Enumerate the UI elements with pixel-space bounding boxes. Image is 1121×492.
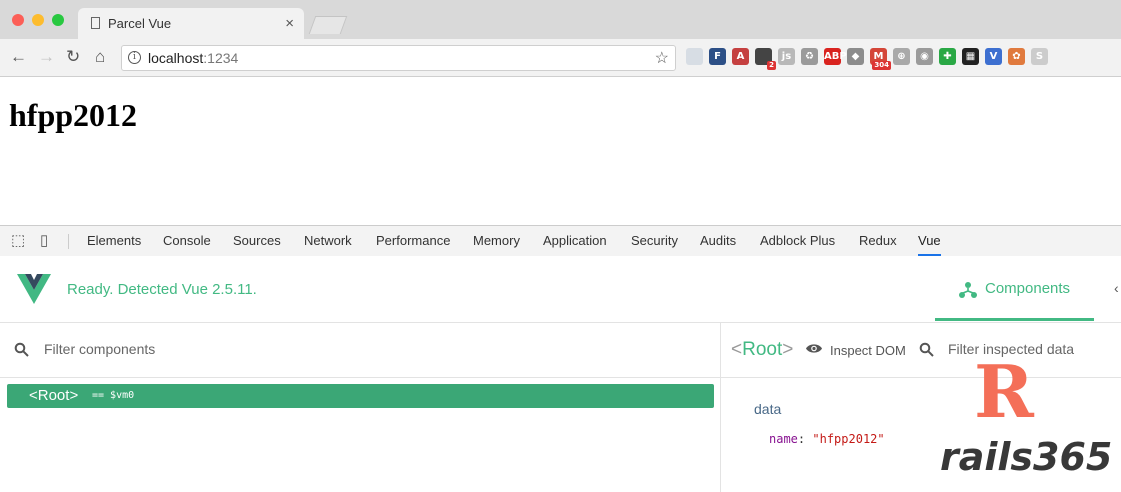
qr-code-icon[interactable]: ▦ xyxy=(962,48,979,65)
components-tree-icon xyxy=(959,282,977,298)
watermark-r-letter: R xyxy=(974,349,1034,434)
bookmark-star-icon[interactable]: ☆ xyxy=(655,48,669,68)
devtools-tab-performance[interactable]: Performance xyxy=(376,226,450,256)
extension-glyph: ABP xyxy=(824,51,847,62)
vue-status: Ready. Detected Vue 2.5.11. xyxy=(67,281,257,298)
film-icon[interactable]: ◉ xyxy=(916,48,933,65)
extension-badge: 304 xyxy=(872,61,891,70)
gmail-icon[interactable]: M 304 xyxy=(870,48,891,70)
extension-badge: 2 xyxy=(767,61,776,70)
window-controls xyxy=(12,14,64,26)
document-icon xyxy=(91,17,100,29)
inspected-component-name: <Root> xyxy=(731,339,793,361)
shield-icon[interactable]: ✚ xyxy=(939,48,956,65)
extension-glyph: ◉ xyxy=(920,51,929,62)
formatter-f-icon[interactable]: F xyxy=(709,48,726,65)
forward-arrow-icon[interactable]: → xyxy=(38,47,55,67)
devtools-tab-console[interactable]: Console xyxy=(163,226,211,256)
url-port: :1234 xyxy=(203,50,239,66)
extension-glyph: ✚ xyxy=(943,51,952,62)
extension-badge-icon[interactable]: 2 xyxy=(755,48,776,70)
extension-glyph: S xyxy=(1035,51,1044,62)
info-icon[interactable]: i xyxy=(128,51,141,64)
browser-toolbar: ← → ↻ ⌂ i localhost:1234 ☆ F A 2 js ♻ ABP ◆ M 30… xyxy=(0,39,1121,77)
extension-glyph: F xyxy=(714,51,721,62)
property-colon: : xyxy=(797,432,806,446)
extension-glyph: A xyxy=(736,51,745,62)
devtools-tab-audits[interactable]: Audits xyxy=(700,226,736,256)
back-arrow-icon[interactable]: ← xyxy=(10,47,27,67)
minimize-window-button[interactable] xyxy=(32,14,44,26)
tab-components[interactable]: Components xyxy=(935,256,1094,321)
diamond-icon[interactable]: ◆ xyxy=(847,48,864,65)
data-section-label[interactable]: data xyxy=(754,401,781,417)
vue-devtools-icon[interactable]: V xyxy=(985,48,1002,65)
maximize-window-button[interactable] xyxy=(52,14,64,26)
toolbar-divider xyxy=(68,234,69,249)
tag-close-bracket: > xyxy=(782,339,794,360)
component-filter-bar xyxy=(0,323,720,378)
extension-glyph: ✿ xyxy=(1012,51,1021,62)
devtools-tab-sources[interactable]: Sources xyxy=(233,226,281,256)
devtools-tab-security[interactable]: Security xyxy=(631,226,678,256)
extension-glyph: js xyxy=(781,51,792,62)
devtools-tab-redux[interactable]: Redux xyxy=(859,226,897,256)
more-tabs-icon[interactable]: ‹ xyxy=(1114,280,1119,296)
pen-icon[interactable] xyxy=(686,48,703,65)
new-tab-button[interactable] xyxy=(308,16,348,34)
extension-glyph: ⊕ xyxy=(897,51,906,62)
devtools-tab-vue[interactable]: Vue xyxy=(918,226,941,256)
rails365-watermark: R rails365 xyxy=(938,349,1113,486)
vue-devtools-header: Ready. Detected Vue 2.5.11. Components ‹ xyxy=(0,256,1121,323)
globe-icon[interactable]: ⊕ xyxy=(893,48,910,65)
tag-open-bracket: < xyxy=(731,339,743,360)
search-icon xyxy=(919,342,934,357)
tag-name: Root xyxy=(742,339,783,360)
vm-reference: == $vm0 xyxy=(92,390,135,401)
property-value[interactable]: "hfpp2012" xyxy=(812,432,884,446)
device-toolbar-icon[interactable]: ▯ xyxy=(40,233,48,249)
inspect-element-icon[interactable]: ⬚ xyxy=(11,233,25,249)
component-tree-pane: <Root> == $vm0 xyxy=(0,323,721,492)
devtools-tab-adblock-plus[interactable]: Adblock Plus xyxy=(760,226,835,256)
components-tab-label: Components xyxy=(985,280,1071,297)
devtools-tab-elements[interactable]: Elements xyxy=(87,226,141,256)
address-bar[interactable]: i localhost:1234 ☆ xyxy=(121,45,676,71)
reload-icon[interactable]: ↻ xyxy=(66,47,80,67)
extension-glyph: ▦ xyxy=(965,51,976,62)
extension-glyph: ◆ xyxy=(851,51,860,62)
watermark-text: rails365 xyxy=(940,435,1113,479)
js-icon[interactable]: js xyxy=(778,48,795,65)
close-window-button[interactable] xyxy=(12,14,24,26)
data-property-row: name: "hfpp2012" xyxy=(769,432,885,446)
flower-icon[interactable]: ✿ xyxy=(1008,48,1025,65)
recycle-icon[interactable]: ♻ xyxy=(801,48,818,65)
inspect-dom-button[interactable]: Inspect DOM xyxy=(830,343,906,358)
devtools-tab-memory[interactable]: Memory xyxy=(473,226,520,256)
property-key: name xyxy=(769,432,798,446)
page-heading: hfpp2012 xyxy=(9,97,138,133)
eye-icon[interactable] xyxy=(805,342,823,355)
filter-components-input[interactable] xyxy=(44,341,444,357)
home-icon[interactable]: ⌂ xyxy=(95,47,105,67)
s-icon[interactable]: S xyxy=(1031,48,1048,65)
devtools-tab-bar: ⬚ ▯ Elements Console Sources Network Perform… xyxy=(0,225,1121,257)
extensions-bar: F A 2 js ♻ ABP ◆ M 304 ⊕ ◉ ✚ ▦ V ✿ S xyxy=(686,48,1048,70)
close-tab-icon[interactable]: × xyxy=(285,8,294,39)
url-host: localhost xyxy=(148,50,204,66)
vue-logo-icon xyxy=(17,274,51,304)
browser-tab[interactable]: Parcel Vue × xyxy=(78,8,304,39)
browser-title-bar: Parcel Vue × xyxy=(0,0,1121,39)
devtools-tab-application[interactable]: Application xyxy=(543,226,607,256)
root-component-label: <Root> xyxy=(29,387,79,404)
adblock-plus-icon[interactable]: ABP xyxy=(824,48,847,65)
extension-glyph: ♻ xyxy=(805,51,814,62)
a-square-icon[interactable]: A xyxy=(732,48,749,65)
url-text: localhost:1234 xyxy=(148,50,238,66)
search-icon xyxy=(14,342,29,357)
extension-glyph: V xyxy=(989,51,998,62)
tab-title: Parcel Vue xyxy=(108,16,172,31)
component-tree-row-root[interactable]: <Root> == $vm0 xyxy=(7,384,714,408)
devtools-tab-network[interactable]: Network xyxy=(304,226,352,256)
